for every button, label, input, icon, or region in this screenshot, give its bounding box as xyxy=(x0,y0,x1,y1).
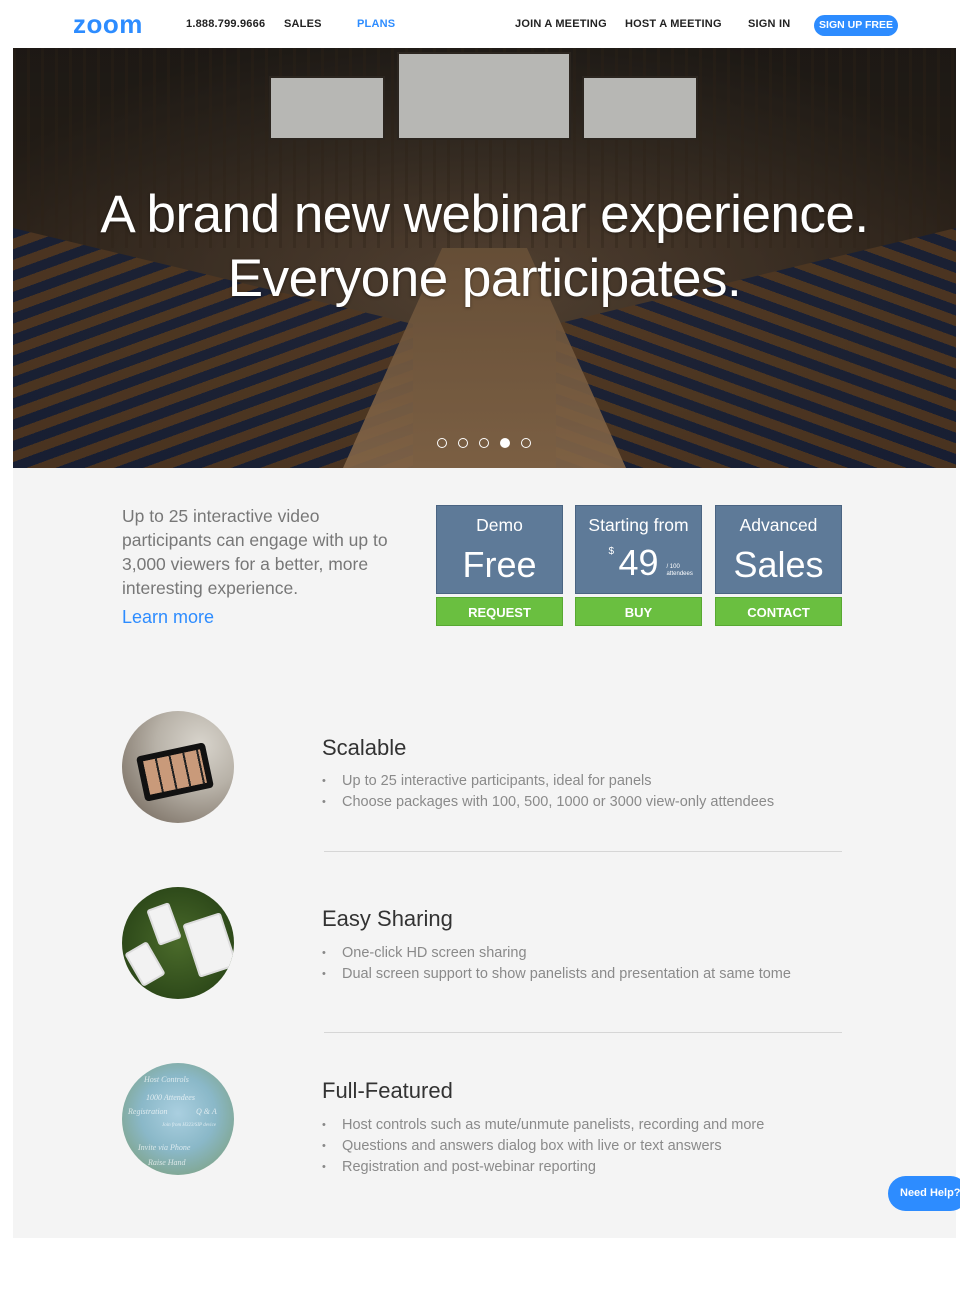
feature-item: One-click HD screen sharing xyxy=(322,943,791,964)
phone-device xyxy=(124,941,166,987)
word: Invite via Phone xyxy=(138,1143,191,1152)
request-button[interactable]: REQUEST xyxy=(436,597,563,626)
tablet-device xyxy=(182,912,234,978)
word: Registration xyxy=(128,1107,168,1116)
plan-value: Free xyxy=(462,544,537,585)
plan-name: Demo xyxy=(476,515,523,535)
hero-headline-line1: A brand new webinar experience. xyxy=(100,185,869,244)
feature-item: Up to 25 interactive participants, ideal… xyxy=(322,771,774,792)
word: 1000 Attendees xyxy=(146,1093,195,1102)
tablet-device xyxy=(135,742,215,802)
video-tiles xyxy=(143,749,207,795)
hero-headline: A brand new webinar experience. Everyone… xyxy=(13,183,956,311)
nav-phone[interactable]: 1.888.799.9666 xyxy=(186,18,265,30)
feature-words-image: Host Controls 1000 Attendees Registratio… xyxy=(122,1063,234,1175)
page-frame: zoom 1.888.799.9666 SALES PLANS JOIN A M… xyxy=(13,0,956,1238)
zoom-logo[interactable]: zoom xyxy=(73,9,143,40)
pricing-intro: Up to 25 interactive video participants … xyxy=(122,506,388,598)
plan-card-header: Starting from $ 49 / 100 attendees xyxy=(575,505,702,594)
price-currency: $ xyxy=(608,546,615,557)
nav-host-meeting[interactable]: HOST A MEETING xyxy=(625,18,722,30)
plan-name: Advanced xyxy=(739,515,818,535)
nav-join-meeting[interactable]: JOIN A MEETING xyxy=(515,18,607,30)
carousel-dot[interactable] xyxy=(521,438,531,448)
word: Host Controls xyxy=(144,1075,189,1084)
feature-title-full-featured: Full-Featured xyxy=(322,1078,453,1103)
carousel-dot-active[interactable] xyxy=(500,438,510,448)
nav-plans[interactable]: PLANS xyxy=(357,18,395,30)
price-amount: 49 xyxy=(618,542,659,583)
plan-card-header: Advanced Sales xyxy=(715,505,842,594)
top-nav: zoom 1.888.799.9666 SALES PLANS JOIN A M… xyxy=(13,0,956,49)
plan-price: $ 49 / 100 attendees xyxy=(608,542,692,584)
feature-divider xyxy=(324,1032,842,1033)
devices-on-grass-image xyxy=(122,887,234,999)
carousel-dot[interactable] xyxy=(458,438,468,448)
sign-up-free-button[interactable]: SIGN UP FREE xyxy=(814,15,898,36)
word: Join from H323/SIP device xyxy=(162,1123,217,1128)
buy-button[interactable]: BUY xyxy=(575,597,702,626)
price-unit-line2: attendees xyxy=(666,571,693,577)
carousel-dot[interactable] xyxy=(479,438,489,448)
word: Raise Hand xyxy=(148,1158,186,1167)
feature-list-full-featured: Host controls such as mute/unmute paneli… xyxy=(322,1115,764,1178)
plan-card-advanced: Advanced Sales CONTACT xyxy=(715,505,842,626)
plan-name: Starting from xyxy=(588,515,689,535)
phone-device xyxy=(146,902,182,946)
nav-sign-in[interactable]: SIGN IN xyxy=(748,18,790,30)
feature-item: Choose packages with 100, 500, 1000 or 3… xyxy=(322,792,774,813)
tablet-video-grid-image xyxy=(122,711,234,823)
plan-value: Sales xyxy=(733,544,824,585)
carousel-dot[interactable] xyxy=(437,438,447,448)
feature-list-easy-sharing: One-click HD screen sharing Dual screen … xyxy=(322,943,791,985)
hero-banner: A brand new webinar experience. Everyone… xyxy=(13,48,956,468)
price-unit: / 100 attendees xyxy=(666,564,706,578)
plan-card-demo: Demo Free REQUEST xyxy=(436,505,563,626)
learn-more-link[interactable]: Learn more xyxy=(122,607,214,628)
feature-divider xyxy=(324,851,842,852)
feature-item: Registration and post-webinar reporting xyxy=(322,1157,764,1178)
contact-button[interactable]: CONTACT xyxy=(715,597,842,626)
word: Q & A xyxy=(196,1107,217,1116)
feature-title-scalable: Scalable xyxy=(322,735,407,760)
plan-card-pro: Starting from $ 49 / 100 attendees BUY xyxy=(575,505,702,626)
feature-item: Questions and answers dialog box with li… xyxy=(322,1136,764,1157)
feature-item: Host controls such as mute/unmute paneli… xyxy=(322,1115,764,1136)
price-unit-line1: / 100 xyxy=(666,564,680,570)
feature-list-scalable: Up to 25 interactive participants, ideal… xyxy=(322,771,774,813)
feature-title-easy-sharing: Easy Sharing xyxy=(322,906,453,931)
need-help-button[interactable]: Need Help? xyxy=(888,1176,960,1211)
nav-sales[interactable]: SALES xyxy=(284,18,322,30)
feature-item: Dual screen support to show panelists an… xyxy=(322,964,791,985)
plan-card-header: Demo Free xyxy=(436,505,563,594)
hero-headline-line2: Everyone participates. xyxy=(227,249,742,308)
